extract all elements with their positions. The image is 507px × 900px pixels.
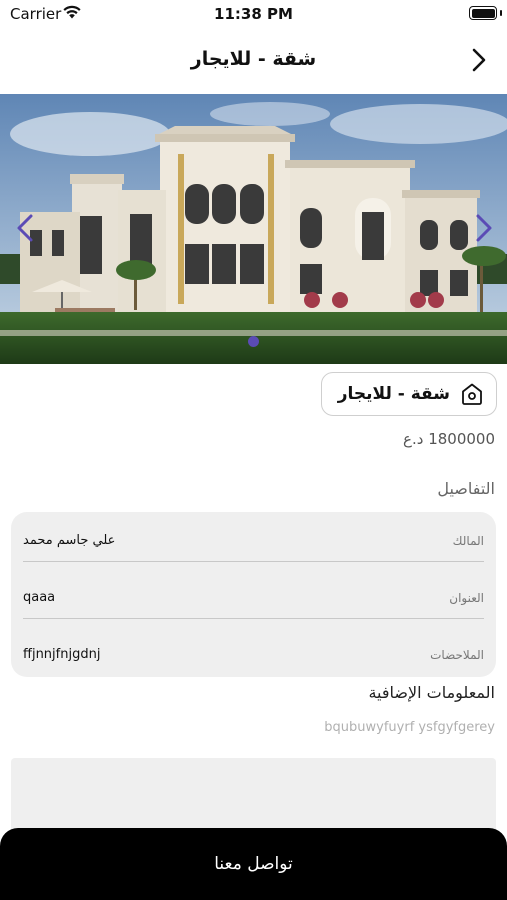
- extra-info-text: bqubuwyfuyrf ysfgyfgerey: [324, 720, 495, 735]
- notes-value: ffjnnjfnjgdnj: [23, 647, 101, 662]
- row-divider: [23, 561, 484, 562]
- status-bar: Carrier 11:38 PM: [0, 0, 507, 28]
- home-icon: [462, 383, 482, 405]
- listing-price: 1800000 د.ع: [403, 430, 495, 448]
- listing-type-label: شقة - للايجار: [337, 384, 450, 404]
- chevron-right-icon[interactable]: [467, 46, 491, 74]
- notes-label: الملاحضات: [430, 647, 484, 662]
- details-section-title: التفاصيل: [437, 479, 495, 498]
- chevron-left-icon[interactable]: [14, 212, 36, 244]
- battery-icon: [469, 6, 497, 20]
- row-divider: [23, 618, 484, 619]
- detail-row-notes: ffjnnjfnjgdnj الملاحضات: [23, 626, 484, 683]
- nav-bar: شقة - للايجار: [0, 28, 507, 92]
- page-indicator-dot: [248, 336, 259, 347]
- listing-type-chip: شقة - للايجار: [320, 372, 497, 416]
- image-carousel[interactable]: [0, 94, 507, 364]
- address-label: العنوان: [449, 590, 484, 605]
- extra-info-title: المعلومات الإضافية: [368, 683, 495, 702]
- battery-cap: [500, 10, 502, 16]
- owner-label: المالك: [452, 533, 484, 548]
- page-title: شقة - للايجار: [190, 48, 317, 70]
- status-time: 11:38 PM: [214, 5, 293, 23]
- contact-us-button[interactable]: تواصل معنا: [0, 828, 507, 900]
- address-value: qaaa: [23, 590, 56, 605]
- chevron-right-icon[interactable]: [473, 212, 495, 244]
- owner-value: علي جاسم محمد: [23, 533, 116, 548]
- villa-photo: [0, 94, 507, 364]
- details-card: علي جاسم محمد المالك qaaa العنوان ffjnnj…: [11, 512, 496, 677]
